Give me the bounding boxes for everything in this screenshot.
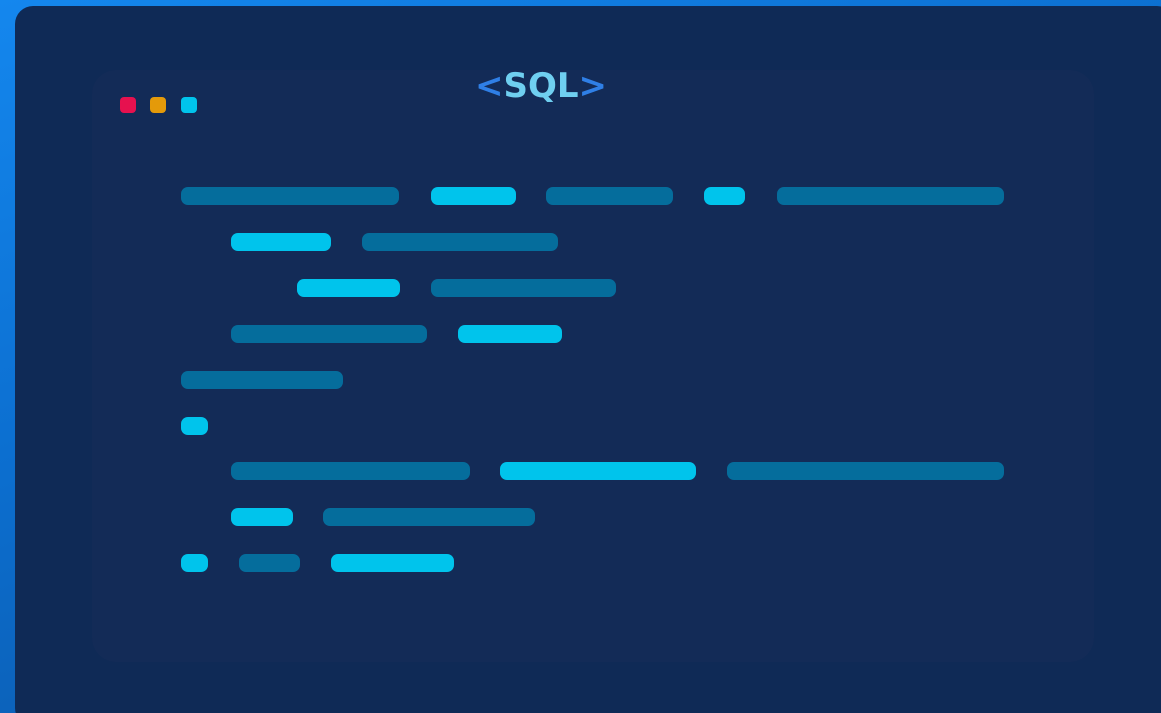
code-line-8-token-1 <box>231 508 293 526</box>
code-line-1-token-3 <box>546 187 673 205</box>
code-line-4-token-2 <box>458 325 562 343</box>
code-line-1-token-2 <box>431 187 516 205</box>
code-line-9-token-2 <box>239 554 300 572</box>
close-dot-icon[interactable] <box>120 97 136 113</box>
code-editor-window <box>92 70 1094 662</box>
code-line-7-token-3 <box>727 462 1004 480</box>
code-line-7-token-2 <box>500 462 696 480</box>
title-close-bracket: > <box>578 66 608 106</box>
code-line-9-token-3 <box>331 554 454 572</box>
title-keyword: SQL <box>503 66 579 106</box>
code-line-1-token-5 <box>777 187 1004 205</box>
code-line-1-token-1 <box>181 187 399 205</box>
window-title: <SQL> <box>441 64 641 108</box>
code-line-7-token-1 <box>231 462 470 480</box>
code-line-5-token-1 <box>181 371 343 389</box>
code-line-3-token-1 <box>297 279 400 297</box>
code-line-6-token-1 <box>181 417 208 435</box>
code-line-8-token-2 <box>323 508 535 526</box>
title-open-bracket: < <box>474 66 504 106</box>
code-line-9-token-1 <box>181 554 208 572</box>
code-line-2-token-1 <box>231 233 331 251</box>
code-line-2-token-2 <box>362 233 558 251</box>
code-line-1-token-4 <box>704 187 745 205</box>
maximize-dot-icon[interactable] <box>181 97 197 113</box>
code-line-4-token-1 <box>231 325 427 343</box>
code-line-3-token-2 <box>431 279 616 297</box>
minimize-dot-icon[interactable] <box>150 97 166 113</box>
